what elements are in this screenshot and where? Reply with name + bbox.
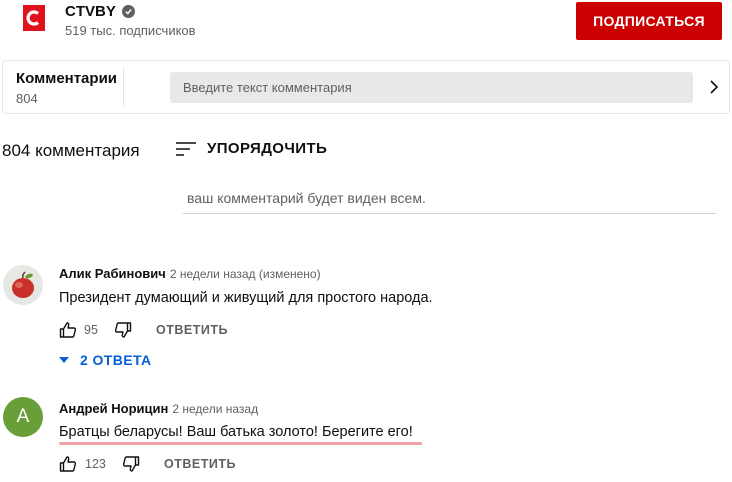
apple-avatar-icon xyxy=(3,265,43,305)
comment-author-row: Андрей Норицин 2 недели назад xyxy=(59,401,258,416)
comment-author-row: Алик Рабинович 2 недели назад (изменено) xyxy=(59,266,321,281)
subscribe-button[interactable]: ПОДПИСАТЬСЯ xyxy=(576,2,722,40)
like-count: 95 xyxy=(84,323,98,337)
highlight-underline xyxy=(59,442,422,445)
comments-title: Комментарии xyxy=(16,70,118,87)
add-comment-input[interactable]: ваш комментарий будет виден всем. xyxy=(187,190,426,206)
thumb-down-icon[interactable] xyxy=(114,321,132,339)
channel-logo-icon xyxy=(26,10,40,26)
reply-button[interactable]: ОТВЕТИТЬ xyxy=(164,457,236,471)
comments-count: 804 xyxy=(16,91,38,106)
comment-author[interactable]: Алик Рабинович xyxy=(59,266,166,281)
comment-count-label: 804 комментария xyxy=(2,141,140,160)
thumb-up-icon[interactable] xyxy=(59,321,77,339)
channel-name-row[interactable]: CTVBY xyxy=(65,3,135,20)
subscriber-count: 519 тыс. подписчиков xyxy=(65,23,196,38)
comment-timestamp[interactable]: 2 недели назад xyxy=(172,402,258,416)
caret-down-icon xyxy=(59,357,69,363)
thumb-up-icon[interactable] xyxy=(59,455,77,473)
like-count: 123 xyxy=(85,457,106,471)
comment-timestamp[interactable]: 2 недели назад (изменено) xyxy=(170,267,321,281)
view-replies-button[interactable]: 2 ОТВЕТА xyxy=(58,352,152,368)
avatar[interactable]: А xyxy=(3,397,43,437)
comment-text: Братцы беларусы! Ваш батька золото! Бере… xyxy=(59,424,413,440)
comments-panel: Комментарии 804 Введите текст комментари… xyxy=(2,60,730,114)
comment-input-field[interactable]: Введите текст комментария xyxy=(170,72,693,103)
channel-name[interactable]: CTVBY xyxy=(65,3,116,20)
channel-logo[interactable] xyxy=(23,5,45,31)
check-circle-icon xyxy=(121,5,135,18)
chevron-right-icon[interactable] xyxy=(707,78,721,96)
avatar[interactable] xyxy=(3,265,43,305)
comment-text: Президент думающий и живущий для простог… xyxy=(59,290,433,306)
sort-button[interactable]: УПОРЯДОЧИТЬ xyxy=(207,140,327,157)
replies-count-label: 2 ОТВЕТА xyxy=(80,352,152,368)
comment-author[interactable]: Андрей Норицин xyxy=(59,401,168,416)
add-comment-underline xyxy=(183,213,716,214)
thumb-down-icon[interactable] xyxy=(122,455,140,473)
reply-button[interactable]: ОТВЕТИТЬ xyxy=(156,323,228,337)
sort-icon[interactable] xyxy=(175,140,197,158)
panel-divider xyxy=(123,67,124,107)
